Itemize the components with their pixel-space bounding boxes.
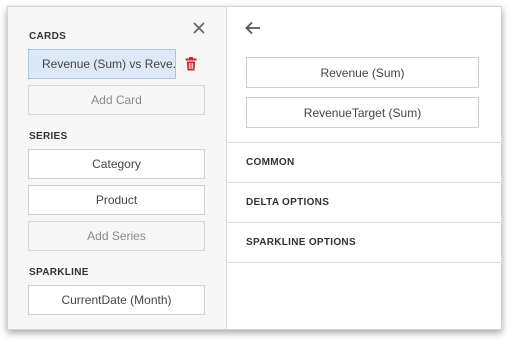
card-item[interactable]: Revenue (Sum) vs Reve...: [28, 49, 176, 79]
right-pane: Revenue (Sum) RevenueTarget (Sum) COMMON…: [227, 7, 501, 329]
add-card-button[interactable]: Add Card: [28, 85, 205, 115]
trash-icon[interactable]: [185, 57, 197, 71]
add-series-button[interactable]: Add Series: [28, 221, 205, 251]
close-icon[interactable]: [192, 21, 206, 35]
sparkline-options-section[interactable]: SPARKLINE OPTIONS: [227, 222, 501, 263]
left-pane: CARDS Revenue (Sum) vs Reve... Add Card …: [8, 7, 227, 329]
target-value-item[interactable]: RevenueTarget (Sum): [246, 97, 479, 128]
sparkline-argument-item[interactable]: CurrentDate (Month): [28, 285, 205, 315]
card-options-panel: CARDS Revenue (Sum) vs Reve... Add Card …: [7, 6, 502, 330]
cards-section-title: CARDS: [29, 31, 67, 42]
series-item-product[interactable]: Product: [28, 185, 205, 215]
actual-value-item[interactable]: Revenue (Sum): [246, 57, 479, 88]
series-section-title: SERIES: [29, 131, 68, 142]
card-item-label: Revenue (Sum) vs Reve...: [42, 57, 176, 71]
sparkline-section-title: SPARKLINE: [29, 267, 89, 278]
arrow-left-icon[interactable]: [245, 21, 261, 35]
delta-options-section[interactable]: DELTA OPTIONS: [227, 182, 501, 222]
common-section[interactable]: COMMON: [227, 142, 501, 182]
series-item-category[interactable]: Category: [28, 149, 205, 179]
